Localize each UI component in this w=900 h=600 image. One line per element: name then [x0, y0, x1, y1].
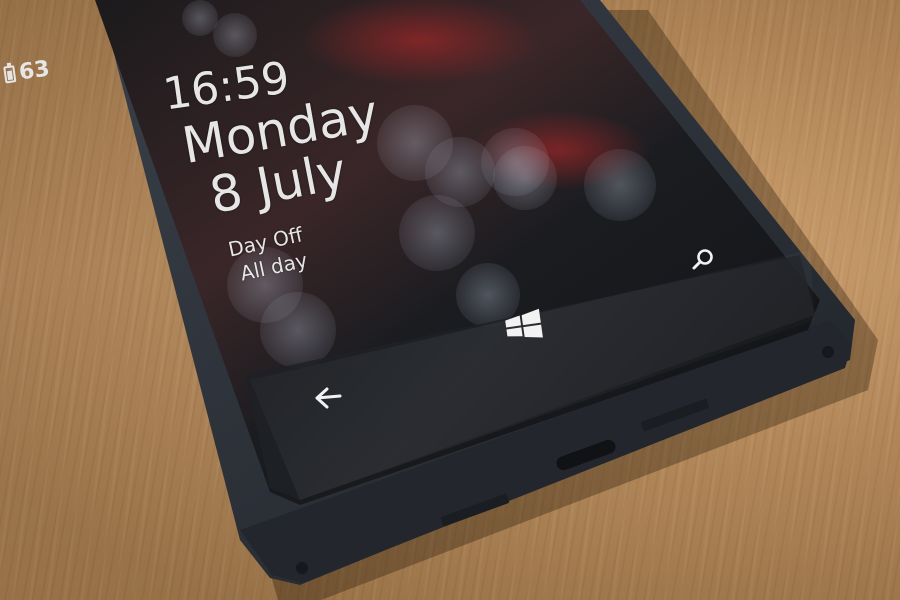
phone-device — [60, 0, 878, 600]
battery-icon — [3, 65, 17, 84]
battery-level: 63 — [17, 56, 52, 86]
back-arrow-icon — [315, 387, 342, 409]
search-icon — [692, 249, 713, 270]
search-button[interactable] — [690, 247, 716, 273]
start-button[interactable] — [502, 308, 546, 342]
back-button[interactable] — [313, 386, 343, 410]
windows-start-icon — [505, 308, 543, 338]
photo-scene: 16:59 Monday 8 July Day Off All day 63 — [0, 0, 900, 600]
corner-screw — [822, 346, 834, 358]
